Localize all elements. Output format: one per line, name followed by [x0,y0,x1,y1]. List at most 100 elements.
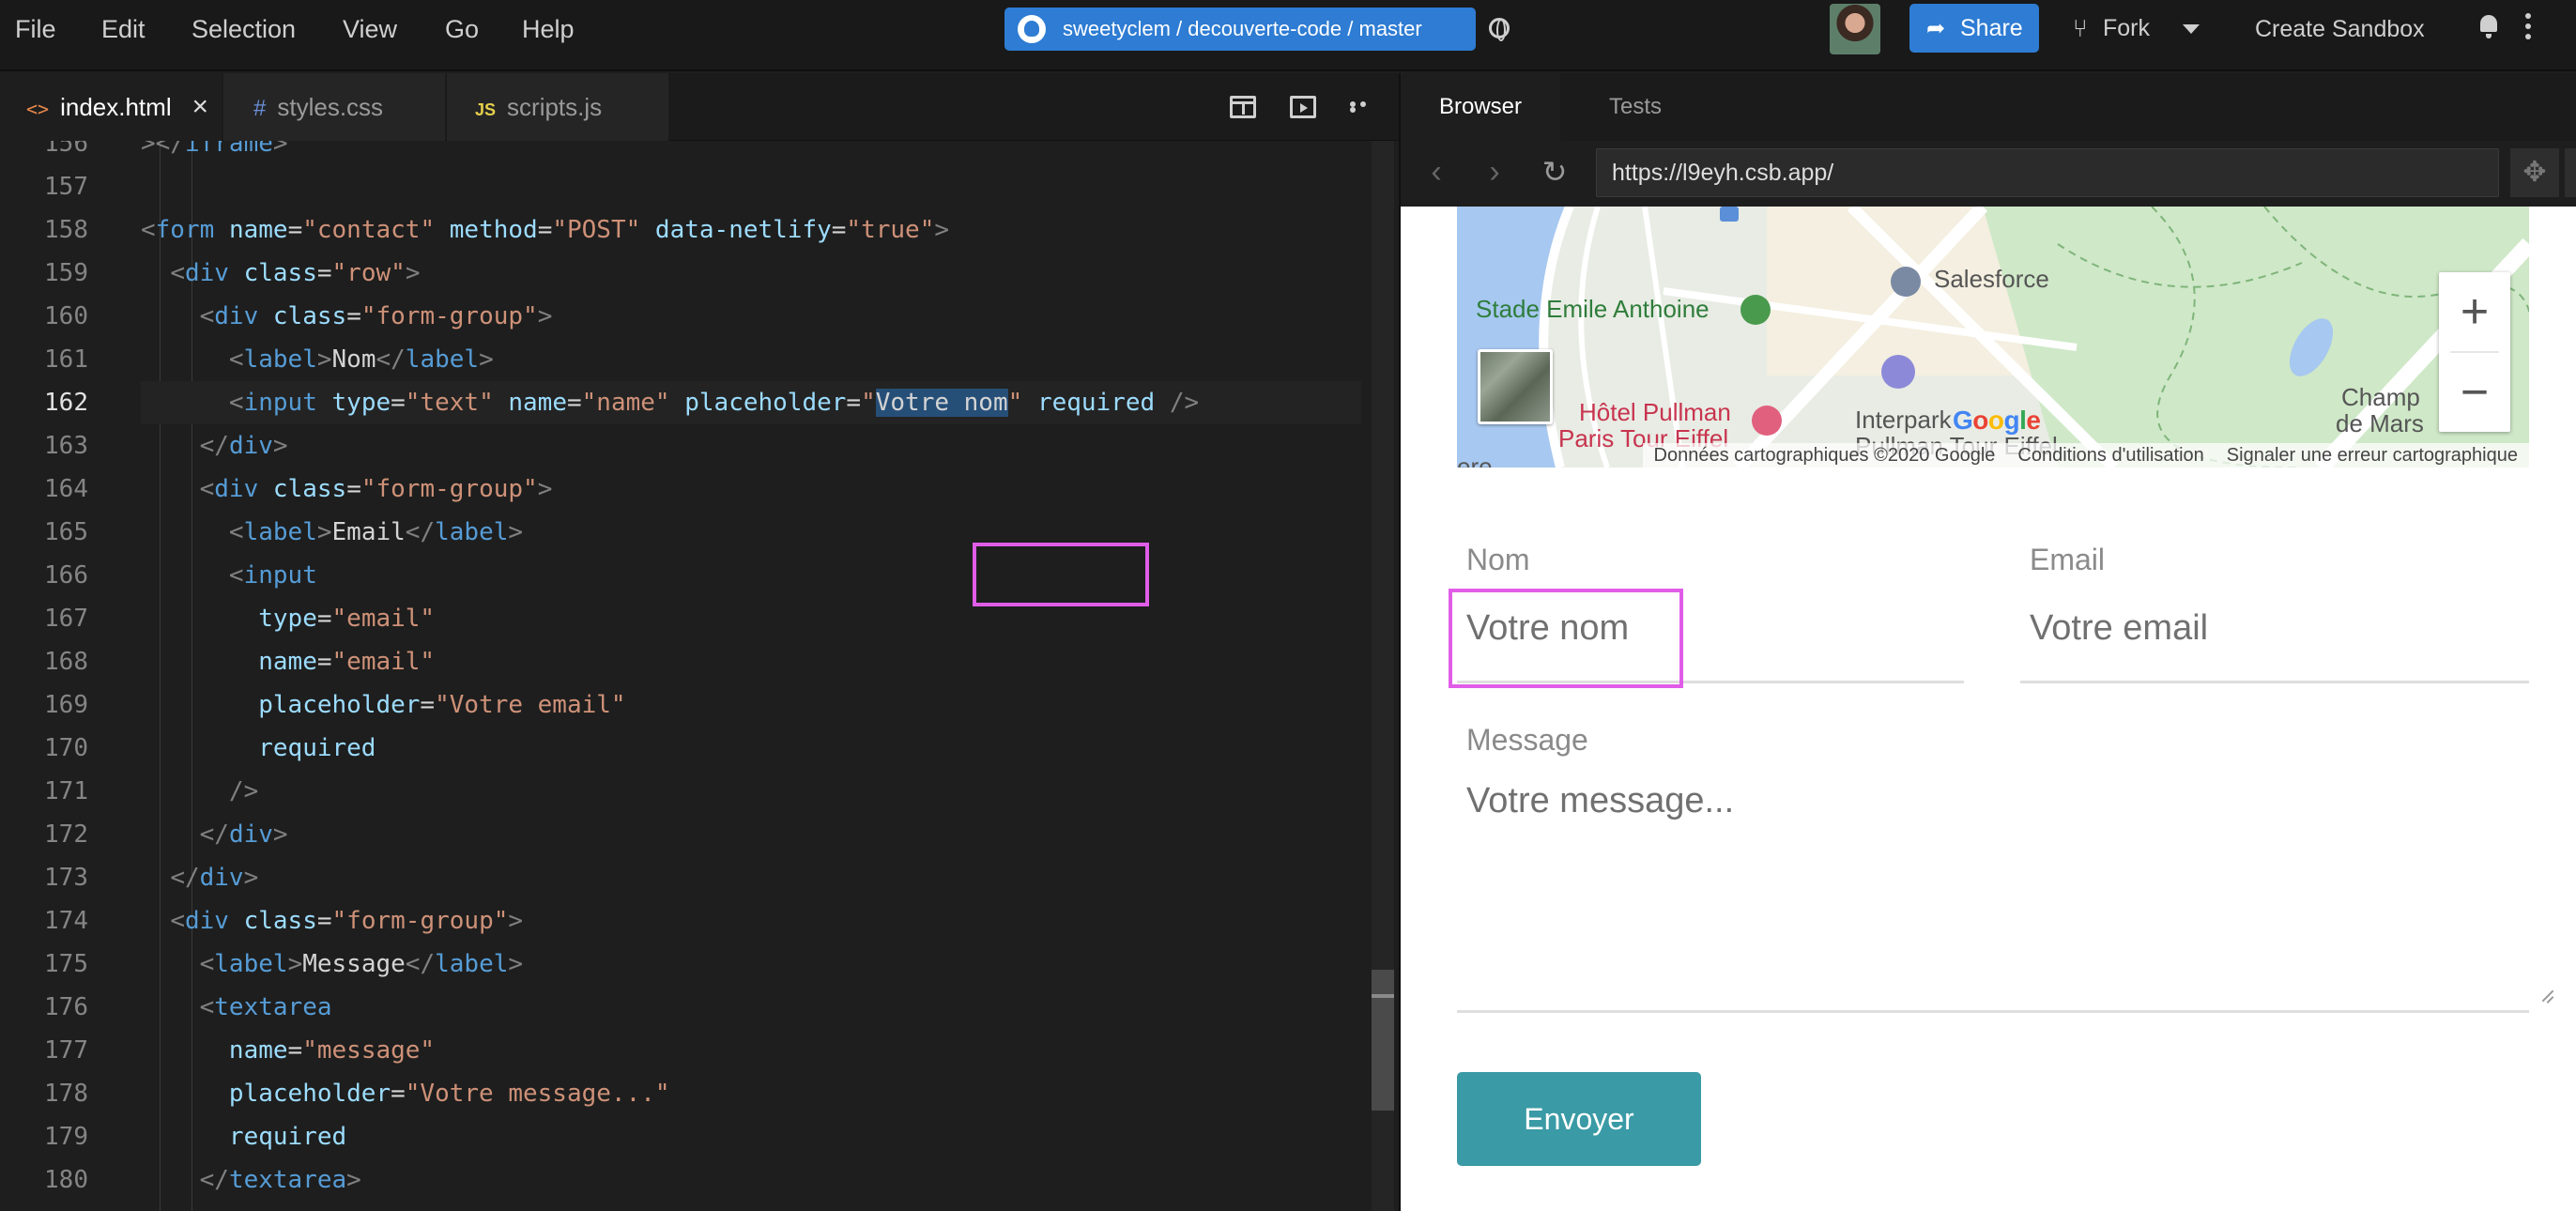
code-line[interactable]: name="email" [141,640,1361,683]
tab-tests[interactable]: Tests [1579,73,1692,141]
code-line[interactable]: placeholder="Votre email" [141,683,1361,727]
code-line[interactable]: <label>Email</label> [141,511,1361,554]
code-line[interactable]: placeholder="Votre message..." [141,1072,1361,1115]
more-horizontal-icon[interactable] [1350,101,1378,113]
code-line[interactable]: </div> [141,856,1361,899]
code-line[interactable]: <label>Nom</label> [141,338,1361,381]
create-sandbox-button[interactable]: Create Sandbox [2255,0,2425,58]
code-line[interactable]: <form name="contact" method="POST" data-… [141,208,1361,252]
code-token: label [435,518,509,546]
code-token: </ [199,1166,229,1194]
editor-scrollbar[interactable] [1372,141,1394,1211]
line-number: 180 [44,1166,88,1194]
code-token: div [184,907,229,935]
code-line[interactable]: <textarea [141,986,1361,1029]
code-token: required [1036,389,1156,417]
devtools-icon[interactable] [2510,148,2559,197]
chevron-down-icon[interactable] [2183,24,2200,34]
reload-icon[interactable]: ↻ [1536,154,1573,192]
open-external-icon[interactable] [2565,148,2576,197]
email-input-underline [2020,681,2529,683]
email-input[interactable]: Votre email [2030,608,2208,649]
code-line[interactable]: required [141,1115,1361,1158]
code-token: < [199,302,215,330]
zoom-out-button[interactable]: − [2439,353,2510,432]
google-logo: Google [1953,406,2041,435]
bell-icon[interactable] [2478,15,2499,38]
tab-scripts-js[interactable]: JS scripts.js [447,73,668,141]
line-number: 156 [44,141,88,158]
code-token: </ [376,345,406,374]
preview-tab-bar: Browser Tests [1401,73,2576,141]
more-vertical-icon[interactable] [2525,13,2533,43]
code-token: "form-group" [360,475,538,503]
url-input[interactable]: https://l9eyh.csb.app/ [1596,148,2499,197]
textarea-resize-handle[interactable] [2538,988,2555,1004]
line-number-gutter: 156 157 158 159 160 161 162 163 164 165 166 167 168 1… [0,141,113,1202]
line-number: 173 [44,864,88,892]
code-line[interactable] [141,165,1361,208]
map[interactable]: Stade Emile Anthoine Salesforce Hôtel Pu… [1457,207,2529,468]
back-icon[interactable]: ‹ [1418,154,1455,192]
code-token: < [199,993,215,1021]
code-line[interactable]: /> [141,770,1361,813]
share-button[interactable]: ➦ Share [1909,4,2039,53]
code-line[interactable]: ></iframe> [141,141,1361,165]
code-token: "true" [846,216,935,244]
zoom-in-button[interactable]: + [2439,272,2510,351]
code-line[interactable]: <div class="row"> [141,252,1361,295]
code-line[interactable]: type="email" [141,597,1361,640]
code-lines[interactable]: ></iframe> <form name="contact" method="P… [141,141,1361,1202]
input-highlight-box [1449,589,1683,688]
code-line[interactable]: </div> [141,813,1361,856]
terms-link[interactable]: Conditions d'utilisation [2017,445,2203,466]
forward-icon[interactable]: › [1476,154,1513,192]
close-icon[interactable]: × [192,73,208,141]
code-token: textarea [214,993,332,1021]
menu-help[interactable]: Help [522,0,575,58]
code-line[interactable]: <div class="form-group"> [141,295,1361,338]
code-token: > [316,345,332,374]
code-line[interactable]: </div> [141,424,1361,468]
code-token: > [243,864,259,892]
code-token: required [228,1123,347,1151]
scroll-thumb[interactable] [1372,970,1394,1111]
menu-file[interactable]: File [15,0,56,58]
code-line[interactable]: required [141,727,1361,770]
code-line[interactable]: <input type="text" name="name" placehold… [141,381,1361,424]
line-number: 161 [44,345,88,374]
code-line[interactable]: <label>Message</label> [141,943,1361,986]
globe-icon[interactable] [1489,18,1510,41]
menu-view[interactable]: View [343,0,397,58]
preview-icon[interactable] [1290,96,1316,118]
code-line[interactable]: <input [141,554,1361,597]
avatar[interactable] [1830,4,1880,54]
menu-selection[interactable]: Selection [192,0,296,58]
send-button[interactable]: Envoyer [1457,1072,1701,1166]
fork-button[interactable]: ⑂ Fork [2069,4,2150,53]
code-line[interactable]: <div class="form-group"> [141,468,1361,511]
code-line[interactable]: name="message" [141,1029,1361,1072]
tab-styles-css[interactable]: # styles.css [223,73,445,141]
street-view-thumbnail[interactable] [1478,349,1553,424]
code-editor[interactable]: 156 157 158 159 160 161 162 163 164 165 166 167 168 1… [0,141,1401,1211]
menu-go[interactable]: Go [445,0,479,58]
menu-edit[interactable]: Edit [101,0,146,58]
css-file-icon: # [253,96,267,121]
tab-browser[interactable]: Browser [1401,73,1560,141]
code-line[interactable]: <div class="form-group"> [141,899,1361,943]
fork-icon: ⑂ [2073,14,2088,42]
code-token: < [199,950,215,978]
message-textarea[interactable]: Votre message... [1466,781,1734,821]
code-line[interactable]: </textarea> [141,1158,1361,1202]
report-error-link[interactable]: Signaler une erreur cartographique [2227,445,2518,466]
repo-badge[interactable]: sweetyclem / decouverte-code / master [1004,8,1476,51]
split-view-icon[interactable] [1230,96,1256,118]
tab-index-html[interactable]: <> index.html × [0,73,222,141]
